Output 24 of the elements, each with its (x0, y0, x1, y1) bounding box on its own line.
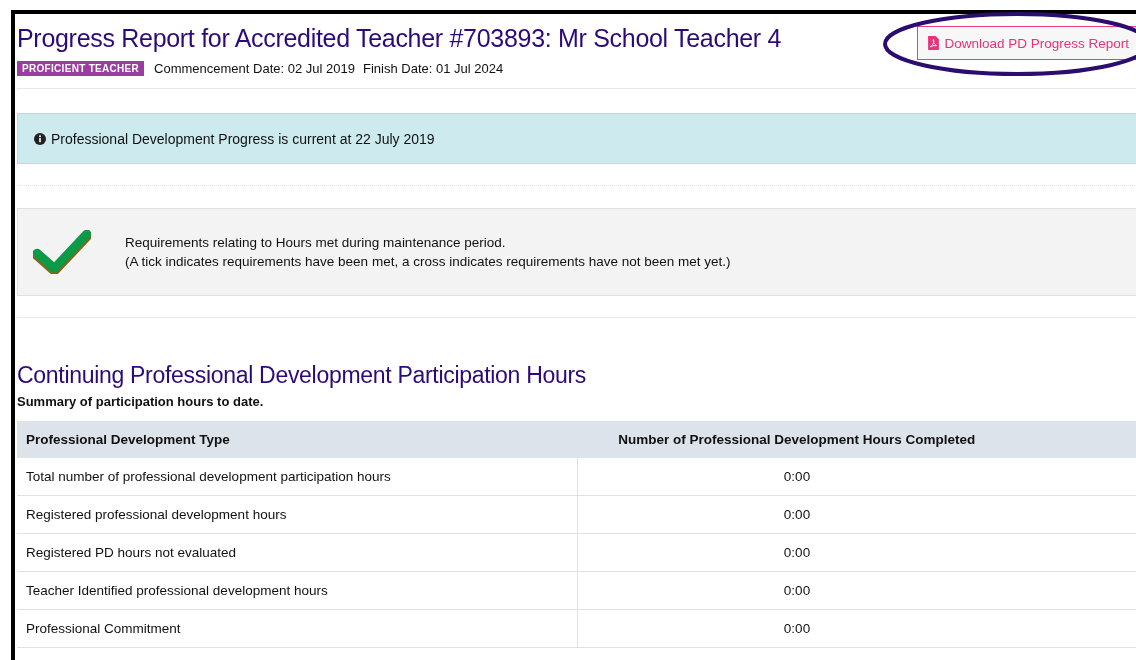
table-cell: Professional Commitment (17, 609, 578, 648)
page-title: Progress Report for Accredited Teacher #703893: Mr School Teacher 4 (17, 24, 782, 53)
section-title: Continuing Professional Development Participation Hours (17, 361, 588, 389)
info-icon (34, 132, 46, 145)
table-cell: 0:00 (577, 458, 1136, 496)
table-cell: 0:00 (577, 495, 1136, 534)
table-cell: Registered professional development hours (17, 495, 578, 534)
requirement-text: Requirements relating to Hours met during maintenance period. (125, 234, 507, 252)
column-header: Professional Development Type (17, 421, 578, 458)
download-button[interactable]: Download PD Progress Report (917, 26, 1136, 60)
table-cell: 0:00 (577, 533, 1136, 572)
table-cell: 0:00 (577, 609, 1136, 648)
table-cell: Teacher Identified professional development hours (17, 571, 578, 610)
finish-date: Finish Date: 01 Jul 2024 (362, 61, 504, 76)
alert-text: Professional Development Progress is current at 22 July 2019 (51, 130, 435, 147)
pdf-file-icon (928, 36, 940, 50)
column-header: Number of Professional Development Hours Completed (577, 421, 1136, 458)
level-badge: PROFICIENT TEACHER (17, 61, 145, 76)
table-cell: 0:00 (577, 571, 1136, 610)
commencement-date: Commencement Date: 02 Jul 2019 (154, 61, 355, 76)
table-cell: Registered PD hours not evaluated (17, 533, 578, 572)
table-cell: Total number of professional development participation hours (17, 458, 578, 496)
section-subtitle: Summary of participation hours to date. (17, 394, 265, 409)
requirement-text: (A tick indicates requirements have been met, a cross indicates requirements have not been met yet.) (125, 253, 731, 271)
